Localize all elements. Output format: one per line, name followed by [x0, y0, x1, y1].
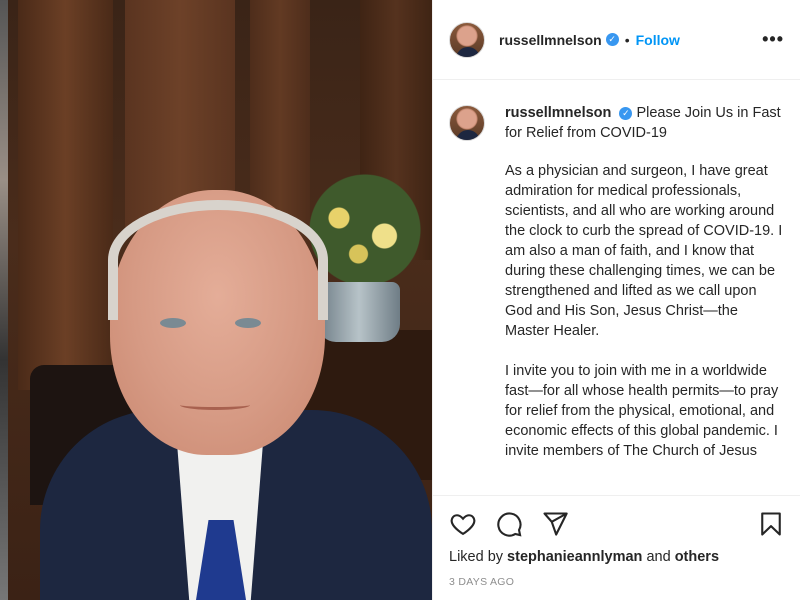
- post-timestamp[interactable]: 3 DAYS AGO: [449, 576, 514, 588]
- mouth: [180, 400, 250, 410]
- header-username[interactable]: russellmnelson: [499, 32, 602, 48]
- heart-icon[interactable]: [449, 510, 477, 538]
- caption-paragraph: As a physician and surgeon, I have great…: [505, 163, 783, 339]
- post-photo: [0, 0, 432, 600]
- photo-edge-strip: [0, 0, 8, 600]
- caption-title-line: russellmnelson ✓ Please Join Us in Fast …: [505, 103, 785, 143]
- post-header: russellmnelson ✓ • Follow •••: [433, 0, 800, 80]
- action-icons: [449, 510, 785, 540]
- bookmark-icon[interactable]: [757, 510, 785, 538]
- separator-dot: •: [624, 31, 630, 48]
- caption-area[interactable]: russellmnelson ✓ Please Join Us in Fast …: [433, 81, 800, 496]
- caption-paragraph: I invite you to join with me in a worldw…: [505, 363, 779, 459]
- caption-row: russellmnelson ✓ Please Join Us in Fast …: [449, 103, 785, 481]
- caption-username[interactable]: russellmnelson: [505, 105, 611, 121]
- liked-by-and: and: [646, 549, 671, 565]
- verified-badge-icon: ✓: [605, 33, 619, 46]
- liked-by-user[interactable]: stephanieannlyman: [507, 549, 642, 565]
- caption-body: russellmnelson ✓ Please Join Us in Fast …: [505, 103, 785, 481]
- eye: [235, 318, 261, 328]
- wood-panel: [18, 0, 113, 390]
- liked-by-prefix: Liked by: [449, 549, 504, 565]
- liked-by-text: Liked by stephanieannlyman and others: [449, 549, 719, 565]
- avatar[interactable]: [449, 21, 485, 58]
- more-options-icon[interactable]: •••: [762, 30, 784, 48]
- post-details-panel: russellmnelson ✓ • Follow ••• russellmne…: [432, 0, 800, 600]
- hair: [108, 200, 328, 320]
- eye: [160, 318, 186, 328]
- caption-avatar[interactable]: [449, 105, 485, 141]
- liked-by-others[interactable]: others: [675, 549, 719, 565]
- share-icon[interactable]: [541, 510, 569, 538]
- vase: [318, 282, 400, 342]
- comment-icon[interactable]: [495, 510, 523, 538]
- follow-button[interactable]: Follow: [636, 32, 680, 48]
- verified-badge-icon: ✓: [619, 106, 633, 120]
